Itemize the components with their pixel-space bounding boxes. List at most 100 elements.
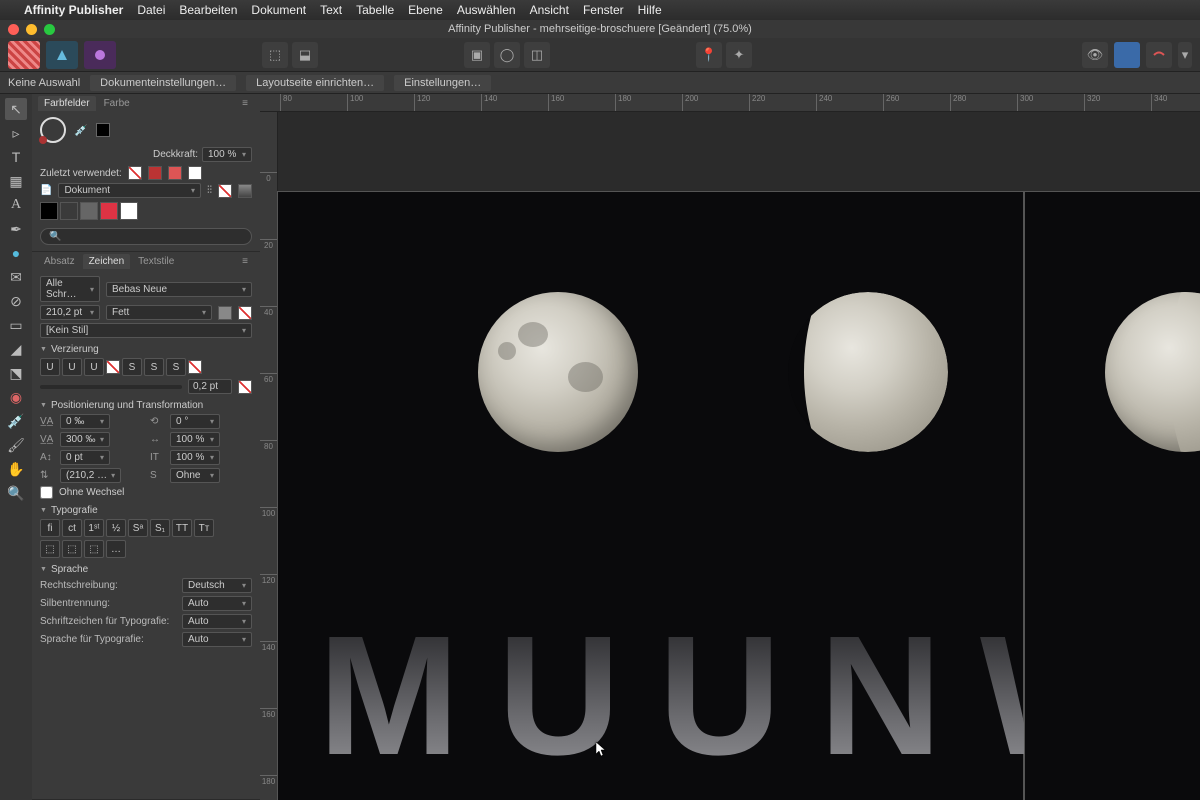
character-style-select[interactable]: [Kein Stil] (40, 323, 252, 338)
page-spread-left[interactable]: MUUNWA (278, 192, 1023, 800)
tab-swatches[interactable]: Farbfelder (38, 96, 96, 111)
ordinals-button[interactable]: 1ˢᵗ (84, 519, 104, 537)
smallcaps-button[interactable]: Tᴛ (194, 519, 214, 537)
picture-frame-tool[interactable]: ✉ (5, 266, 27, 288)
eyedropper-icon[interactable]: 💉 (5, 410, 27, 432)
minimize-icon[interactable] (26, 24, 37, 35)
move-tool[interactable]: ↖ (5, 98, 27, 120)
palette-swatch[interactable] (40, 202, 58, 220)
underline-color-swatch[interactable] (106, 360, 120, 374)
pen-tool[interactable]: ✒ (5, 218, 27, 240)
menu-dokument[interactable]: Dokument (251, 3, 306, 17)
vector-crop-tool[interactable]: ▭ (5, 314, 27, 336)
typo-opt-2[interactable]: ⬚ (62, 540, 82, 558)
section-typography[interactable]: Typografie (40, 505, 252, 516)
preferences-button[interactable]: Einstellungen… (394, 75, 491, 91)
recent-swatch-2[interactable] (168, 166, 182, 180)
menu-ebene[interactable]: Ebene (408, 3, 443, 17)
typo-opt-1[interactable]: ⬚ (40, 540, 60, 558)
shear-select[interactable]: Ohne (170, 468, 220, 483)
opacity-field[interactable]: 100 % (202, 147, 252, 162)
underline-color-button[interactable]: U (84, 358, 104, 376)
subscript-button[interactable]: S₁ (150, 519, 170, 537)
zoom-tool[interactable]: 🔍 (5, 482, 27, 504)
palette-swatch[interactable] (60, 202, 78, 220)
pan-tool[interactable]: ✋ (5, 458, 27, 480)
persona-publisher[interactable] (8, 41, 40, 69)
panel-menu-icon[interactable]: ≡ (236, 254, 254, 269)
brush-icon[interactable]: 🖌 (5, 434, 27, 456)
hscale-field[interactable]: 100 % (170, 432, 220, 447)
palette-swatch[interactable] (100, 202, 118, 220)
persona-photo[interactable] (84, 41, 116, 69)
text-fill-swatch[interactable] (218, 306, 232, 320)
hyphenation-select[interactable]: Auto (182, 596, 252, 611)
ruler-horizontal[interactable]: 8010012014016018020022024026028030032034… (260, 94, 1200, 112)
close-icon[interactable] (8, 24, 19, 35)
vscale-field[interactable]: 100 % (170, 450, 220, 465)
text-frame-tool[interactable]: T (5, 146, 27, 168)
persona-designer[interactable] (46, 41, 78, 69)
nobreak-checkbox[interactable] (40, 486, 53, 499)
tracking-field[interactable]: 0 ‰ (60, 414, 110, 429)
doc-settings-button[interactable]: Dokumenteinstellungen… (90, 75, 236, 91)
artistic-text-tool[interactable]: A (5, 194, 27, 216)
stroke-tool[interactable]: ⊘ (5, 290, 27, 312)
menu-hilfe[interactable]: Hilfe (638, 3, 662, 17)
section-language[interactable]: Sprache (40, 564, 252, 575)
menu-auswaehlen[interactable]: Auswählen (457, 3, 516, 17)
viewmode-circle[interactable]: ◯ (494, 42, 520, 68)
toolbar-btn-b[interactable]: ⬓ (292, 42, 318, 68)
leading-field[interactable]: (210,2 … (60, 468, 121, 483)
fill-swatch[interactable] (1114, 42, 1140, 68)
double-underline-button[interactable]: U (62, 358, 82, 376)
baseline-field[interactable]: 0 pt (60, 450, 110, 465)
strike-color-swatch[interactable] (188, 360, 202, 374)
superscript-button[interactable]: Sᵃ (128, 519, 148, 537)
decoration-color-swatch[interactable] (238, 380, 252, 394)
recent-swatch-1[interactable] (148, 166, 162, 180)
recent-swatch-3[interactable] (188, 166, 202, 180)
palette-swatch[interactable] (120, 202, 138, 220)
swatch-search-input[interactable] (40, 228, 252, 245)
layout-page-button[interactable]: Layoutseite einrichten… (246, 75, 384, 91)
fill-tool[interactable]: ◢ (5, 338, 27, 360)
typo-more-button[interactable]: … (106, 540, 126, 558)
node-tool[interactable]: ▹ (5, 122, 27, 144)
spelling-select[interactable]: Deutsch (182, 578, 252, 593)
current-color-swatch[interactable] (96, 123, 110, 137)
snapping-icon[interactable] (1146, 42, 1172, 68)
canvas-area[interactable]: mm 8010012014016018020022024026028030032… (260, 94, 1200, 800)
table-tool[interactable]: ▦ (5, 170, 27, 192)
kerning-field[interactable]: 300 ‰ (60, 432, 110, 447)
menu-datei[interactable]: Datei (137, 3, 165, 17)
app-name[interactable]: Affinity Publisher (24, 3, 123, 17)
tab-paragraph[interactable]: Absatz (38, 254, 81, 269)
decoration-width-field[interactable]: 0,2 pt (188, 379, 232, 394)
font-family-select[interactable]: Bebas Neue (106, 282, 252, 297)
tab-textstyles[interactable]: Textstile (132, 254, 180, 269)
toolbar-btn-a[interactable]: ⬚ (262, 42, 288, 68)
menu-text[interactable]: Text (320, 3, 342, 17)
font-weight-select[interactable]: Fett (106, 305, 212, 320)
toolbar-pin-icon[interactable]: 📍 (696, 42, 722, 68)
strikethrough-button[interactable]: S (122, 358, 142, 376)
menu-bearbeiten[interactable]: Bearbeiten (179, 3, 237, 17)
section-position[interactable]: Positionierung und Transformation (40, 400, 252, 411)
decoration-slider[interactable] (40, 385, 182, 389)
strike-style-button[interactable]: S (166, 358, 186, 376)
tab-color[interactable]: Farbe (98, 96, 136, 111)
zoom-icon[interactable] (44, 24, 55, 35)
double-strike-button[interactable]: S (144, 358, 164, 376)
palette-scope-select[interactable]: Dokument (58, 183, 201, 198)
menu-tabelle[interactable]: Tabelle (356, 3, 394, 17)
color-picker-tool[interactable]: ◉ (5, 386, 27, 408)
swatch-registration-icon[interactable] (238, 184, 252, 198)
preview-icon[interactable]: 👁 (1082, 42, 1108, 68)
eyedropper-mini-icon[interactable]: 💉 (74, 124, 88, 137)
page-spread-right[interactable] (1025, 192, 1200, 800)
font-size-field[interactable]: 210,2 pt (40, 305, 100, 320)
section-decoration[interactable]: Verzierung (40, 344, 252, 355)
underline-button[interactable]: U (40, 358, 60, 376)
viewmode-normal[interactable]: ▣ (464, 42, 490, 68)
